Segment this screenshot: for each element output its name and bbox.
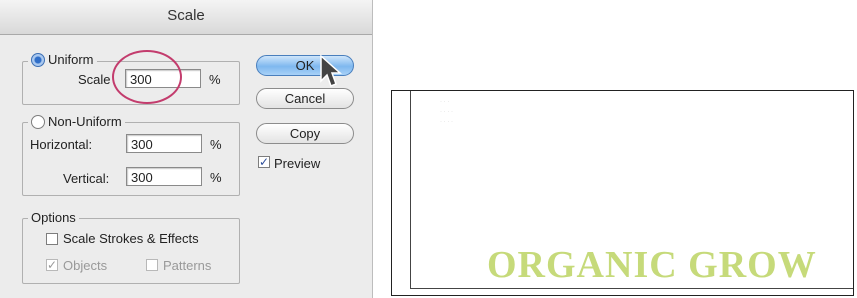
- scale-strokes-checkbox[interactable]: [46, 233, 58, 245]
- cancel-button[interactable]: Cancel: [256, 88, 354, 109]
- highlight-circle: [112, 50, 182, 104]
- vertical-unit: %: [210, 170, 222, 185]
- options-group: [22, 218, 240, 284]
- options-legend: Options: [28, 210, 79, 225]
- patterns-label: Patterns: [163, 258, 212, 273]
- non-uniform-label: Non-Uniform: [48, 114, 122, 129]
- scale-dialog: Scale Uniform Scale 300 % Non-Uniform Ho…: [0, 0, 373, 298]
- dialog-title: Scale: [0, 0, 372, 35]
- canvas-small-text: · · ·: [440, 99, 450, 105]
- organic-grow-text: ORGANIC GROW: [487, 244, 817, 286]
- artboard-canvas: · · · · · · · · · · · ORGANIC GROW: [391, 90, 854, 296]
- scale-strokes-label: Scale Strokes & Effects: [63, 231, 199, 246]
- preview-label: Preview: [274, 156, 321, 171]
- canvas-small-text: · · · ·: [440, 119, 453, 125]
- horizontal-input[interactable]: 300: [126, 134, 202, 153]
- horizontal-unit: %: [210, 137, 222, 152]
- vertical-label: Vertical:: [63, 171, 110, 186]
- scale-unit: %: [209, 72, 221, 87]
- scale-label: Scale: [78, 72, 111, 87]
- uniform-label: Uniform: [48, 52, 94, 67]
- objects-label: Objects: [63, 258, 108, 273]
- uniform-option[interactable]: Uniform: [28, 52, 97, 67]
- non-uniform-radio[interactable]: [31, 114, 45, 129]
- preview-checkbox[interactable]: ✓: [258, 156, 270, 168]
- non-uniform-option[interactable]: Non-Uniform: [28, 114, 125, 129]
- canvas-small-text: · · · ·: [440, 109, 453, 115]
- copy-button[interactable]: Copy: [256, 123, 354, 144]
- options-label: Options: [31, 210, 76, 225]
- objects-checkbox[interactable]: ✓: [46, 259, 58, 271]
- mouse-pointer-icon: [320, 54, 342, 87]
- horizontal-label: Horizontal:: [30, 137, 93, 152]
- vertical-input[interactable]: 300: [126, 167, 202, 186]
- patterns-checkbox[interactable]: [146, 259, 158, 271]
- uniform-radio[interactable]: [31, 52, 45, 67]
